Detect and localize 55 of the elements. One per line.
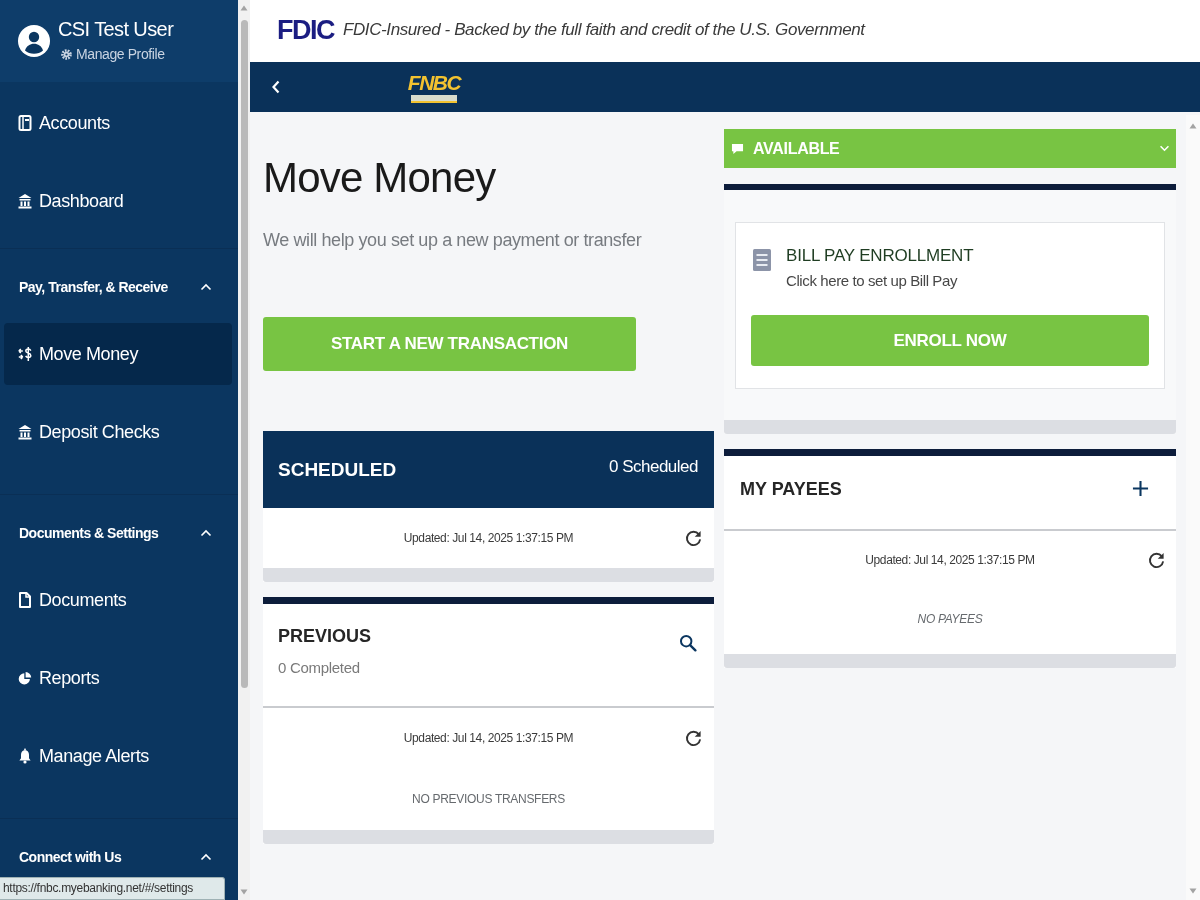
user-name: CSI Test User (58, 18, 174, 40)
scroll-up-icon[interactable] (1189, 123, 1197, 129)
empty-message: NO PREVIOUS TRANSFERS (412, 792, 565, 806)
enrollment-text: Click here to set up Bill Pay (786, 271, 959, 291)
manage-profile-link[interactable]: Manage Profile (61, 46, 165, 62)
refresh-icon[interactable] (684, 728, 703, 748)
refresh-icon[interactable] (1147, 550, 1166, 570)
scroll-up-icon[interactable] (240, 5, 248, 11)
scrollbar[interactable] (238, 0, 250, 900)
ledger-icon (18, 115, 32, 131)
back-button[interactable] (272, 79, 282, 95)
document-icon (753, 249, 771, 271)
pie-chart-icon (18, 670, 32, 686)
scroll-down-icon[interactable] (1189, 888, 1197, 894)
scrollbar-thumb[interactable] (240, 20, 248, 688)
refresh-icon[interactable] (684, 528, 703, 548)
section-toggle[interactable]: Pay, Transfer, & Receive (0, 275, 238, 299)
chevron-left-icon (272, 80, 280, 94)
updated-timestamp: Updated: Jul 14, 2025 1:37:15 PM (865, 553, 1035, 567)
nav-item[interactable]: Documents (4, 569, 232, 631)
fdic-logo: FDIC (277, 15, 334, 45)
page-title: Move Money (263, 153, 497, 203)
dollar-arrows-icon (18, 346, 32, 362)
card-title: MY PAYEES (740, 477, 842, 501)
updated-timestamp: Updated: Jul 14, 2025 1:37:15 PM (403, 731, 574, 745)
search-icon[interactable] (679, 634, 697, 652)
status-url: https://fnbc.myebanking.net/#/settings (0, 877, 225, 900)
chat-icon (731, 142, 744, 155)
page-subtitle: We will help you set up a new payment or transfer (263, 229, 643, 252)
section-toggle[interactable]: Documents & Settings (0, 521, 238, 545)
nav-item[interactable]: Accounts (4, 92, 232, 154)
gear-icon (61, 48, 72, 60)
nav-item[interactable]: Deposit Checks (4, 401, 232, 463)
completed-count: 0 Completed (278, 658, 361, 678)
bank-icon (18, 193, 32, 209)
nav-item[interactable]: Manage Alerts (4, 725, 232, 787)
card-title: SCHEDULED (278, 458, 397, 481)
enrollment-title: BILL PAY ENROLLMENT (786, 245, 974, 267)
scrollbar[interactable] (1186, 115, 1200, 900)
bank-icon (18, 424, 32, 440)
nav-item[interactable]: Dashboard (4, 170, 232, 232)
scroll-down-icon[interactable] (240, 889, 248, 895)
plus-icon[interactable] (1132, 480, 1149, 497)
scheduled-count: 0 Scheduled (608, 456, 698, 477)
fdic-notice: FDIC-Insured - Backed by the full faith and credit of the U.S. Government (343, 20, 865, 40)
updated-timestamp: Updated: Jul 14, 2025 1:37:15 PM (403, 531, 574, 545)
nav-item[interactable]: Move Money (4, 323, 232, 385)
nav-item[interactable]: Reports (4, 647, 232, 709)
document-icon (18, 592, 32, 608)
section-toggle[interactable]: Connect with Us (0, 845, 238, 869)
avatar-icon (18, 25, 50, 57)
empty-message: NO PAYEES (917, 611, 983, 626)
bell-icon (18, 748, 32, 764)
card-title: PREVIOUS (278, 625, 372, 648)
bank-logo[interactable]: FNBC (408, 71, 460, 103)
